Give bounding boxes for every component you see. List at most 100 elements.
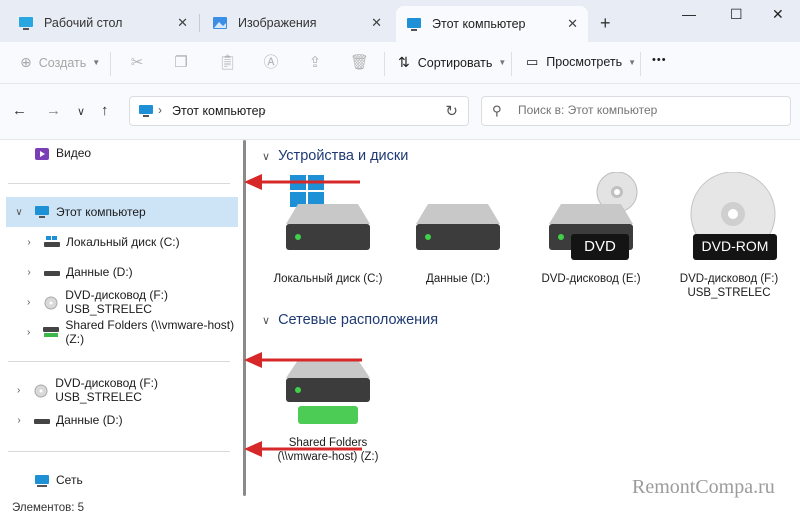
drive-item-dvd-f[interactable]: DVD-ROM DVD-дисковод (F:) USB_STRELEC	[664, 171, 794, 300]
chevron-right-icon[interactable]: ›	[12, 415, 26, 426]
close-button[interactable]: ✕	[772, 6, 784, 23]
copy-icon[interactable]: ❐	[172, 54, 190, 72]
sidebar-divider	[8, 361, 230, 362]
chevron-down-icon: ▼	[92, 58, 101, 67]
sidebar-divider	[8, 183, 230, 184]
sidebar-divider	[8, 451, 230, 452]
chevron-right-icon[interactable]: ›	[22, 237, 36, 248]
sidebar-item-label: Сеть	[56, 473, 83, 487]
sort-icon: ⇅	[398, 54, 410, 70]
sidebar-item-local-disk-c[interactable]: › Локальный диск (C:)	[16, 227, 248, 257]
dvd-drive-icon: DVD	[541, 171, 641, 272]
chevron-right-icon[interactable]: ›	[22, 297, 35, 308]
status-bar: Элементов: 5	[0, 496, 800, 521]
separator	[384, 52, 385, 76]
chevron-down-icon: ▼	[628, 57, 637, 67]
chevron-right-icon[interactable]: ›	[22, 267, 36, 278]
title-bar: Рабочий стол ✕ Изображения ✕ Этот компью…	[0, 0, 800, 42]
item-count: Элементов: 5	[12, 502, 85, 514]
close-tab-icon[interactable]: ✕	[567, 16, 578, 32]
create-label: Создать	[38, 55, 87, 70]
computer-icon	[138, 105, 154, 117]
cut-icon[interactable]: ✂	[128, 54, 146, 72]
search-icon: ⚲	[492, 103, 502, 118]
video-icon	[34, 147, 50, 160]
paste-icon[interactable]: 📋︎	[218, 54, 237, 72]
sidebar-item-data-d-root[interactable]: › Данные (D:)	[6, 405, 238, 435]
delete-icon[interactable]: 🗑︎	[350, 54, 369, 72]
chevron-down-icon: ▼	[498, 58, 507, 67]
new-tab-button[interactable]: +	[600, 13, 611, 34]
maximize-button[interactable]: ☐	[730, 6, 743, 23]
drive-item-shared-z[interactable]: Shared Folders (\\vmware-host) (Z:)	[273, 336, 383, 464]
create-button[interactable]: ⊕ Создать ▼	[20, 54, 100, 71]
desktop-icon	[18, 16, 34, 30]
search-input[interactable]	[518, 103, 778, 117]
windows-drive-icon	[278, 172, 378, 272]
drive-icon	[44, 266, 60, 278]
sidebar-item-dvd-f-root[interactable]: › DVD-дисковод (F:) USB_STRELEC	[6, 375, 238, 405]
drive-label: Локальный диск (C:)	[273, 273, 383, 285]
drive-label: Shared Folders (\\vmware-host) (Z:)	[277, 437, 379, 463]
sidebar-item-label: Данные (D:)	[66, 265, 133, 279]
rename-icon[interactable]: Ⓐ	[262, 54, 280, 72]
close-tab-icon[interactable]: ✕	[371, 15, 382, 31]
refresh-icon[interactable]: ↻	[445, 102, 458, 120]
tab-desktop[interactable]: Рабочий стол ✕	[8, 8, 198, 38]
sidebar-item-label: Этот компьютер	[56, 205, 146, 219]
sidebar-item-label: DVD-дисковод (F:) USB_STRELEC	[65, 288, 169, 316]
separator	[511, 52, 512, 76]
drive-icon	[34, 414, 50, 426]
network-icon	[34, 474, 50, 487]
drive-label: DVD-дисковод (F:) USB_STRELEC	[679, 273, 779, 299]
tab-pictures[interactable]: Изображения ✕	[202, 8, 392, 38]
chevron-down-icon: ∨	[262, 150, 271, 163]
recent-chevron-icon[interactable]: ∨	[77, 105, 85, 118]
sidebar-item-video[interactable]: Видео	[6, 138, 238, 168]
sidebar-item-data-d[interactable]: › Данные (D:)	[16, 257, 248, 287]
dvd-badge: DVD	[584, 238, 616, 255]
view-button[interactable]: ▭ Просмотреть ▼	[526, 54, 636, 70]
sidebar-item-network[interactable]: Сеть	[6, 465, 238, 495]
sidebar-scrollbar[interactable]	[243, 140, 246, 496]
more-options-button[interactable]: •••	[652, 54, 667, 66]
close-tab-icon[interactable]: ✕	[177, 15, 188, 31]
computer-icon	[34, 206, 50, 218]
drive-label: Данные (D:)	[426, 273, 490, 285]
view-icon: ▭	[526, 54, 539, 69]
tab-this-pc[interactable]: Этот компьютер ✕	[396, 6, 588, 42]
tab-label: Этот компьютер	[432, 17, 526, 31]
search-box[interactable]: ⚲	[481, 96, 791, 126]
sidebar-item-dvd-f[interactable]: › DVD-дисковод (F:) USB_STRELEC	[16, 287, 248, 317]
share-icon[interactable]: ⇪	[306, 54, 324, 72]
windows-drive-icon	[44, 236, 60, 248]
dvd-rom-badge: DVD-ROM	[701, 238, 769, 254]
chevron-right-icon[interactable]: ›	[22, 327, 35, 338]
chevron-right-icon[interactable]: ›	[12, 385, 25, 396]
up-arrow-icon[interactable]: ↑	[101, 102, 109, 119]
chevron-down-icon[interactable]: ∨	[12, 207, 26, 218]
back-arrow-icon[interactable]: ←	[12, 102, 27, 119]
chevron-right-icon[interactable]: ›	[158, 103, 162, 117]
drive-item-c[interactable]: Локальный диск (C:)	[273, 172, 383, 286]
minimize-button[interactable]: —	[682, 6, 696, 22]
forward-arrow-icon[interactable]: →	[46, 102, 61, 119]
network-drive-icon	[43, 326, 60, 338]
drive-icon	[408, 172, 508, 272]
group-header-network[interactable]: ∨ Сетевые расположения	[262, 312, 438, 328]
group-title: Сетевые расположения	[278, 312, 439, 328]
drive-label: DVD-дисковод (E:)	[541, 273, 641, 285]
sidebar-item-shared-folders-z[interactable]: › Shared Folders (\\vmware-host) (Z:)	[16, 317, 248, 347]
sort-button[interactable]: ⇅ Сортировать ▼	[398, 54, 506, 71]
navigation-pane: Видео ∨ Этот компьютер › Локальный диск …	[0, 140, 240, 496]
breadcrumb[interactable]: Этот компьютер	[172, 104, 265, 118]
tab-separator	[199, 14, 200, 32]
chevron-right-icon[interactable]: ›	[262, 103, 266, 117]
drive-item-dvd-e[interactable]: DVD DVD-дисковод (E:)	[536, 171, 646, 286]
group-header-devices[interactable]: ∨ Устройства и диски	[262, 148, 408, 164]
content-pane: ∨ Устройства и диски Локальный диск (C:)…	[248, 140, 800, 496]
sidebar-item-this-pc[interactable]: ∨ Этот компьютер	[6, 197, 238, 227]
command-bar: ⊕ Создать ▼ ✂ ❐ 📋︎ Ⓐ ⇪ 🗑︎ ⇅ Сортировать …	[0, 42, 800, 84]
address-bar[interactable]: › Этот компьютер › ↻	[129, 96, 469, 126]
drive-item-d[interactable]: Данные (D:)	[403, 172, 513, 286]
